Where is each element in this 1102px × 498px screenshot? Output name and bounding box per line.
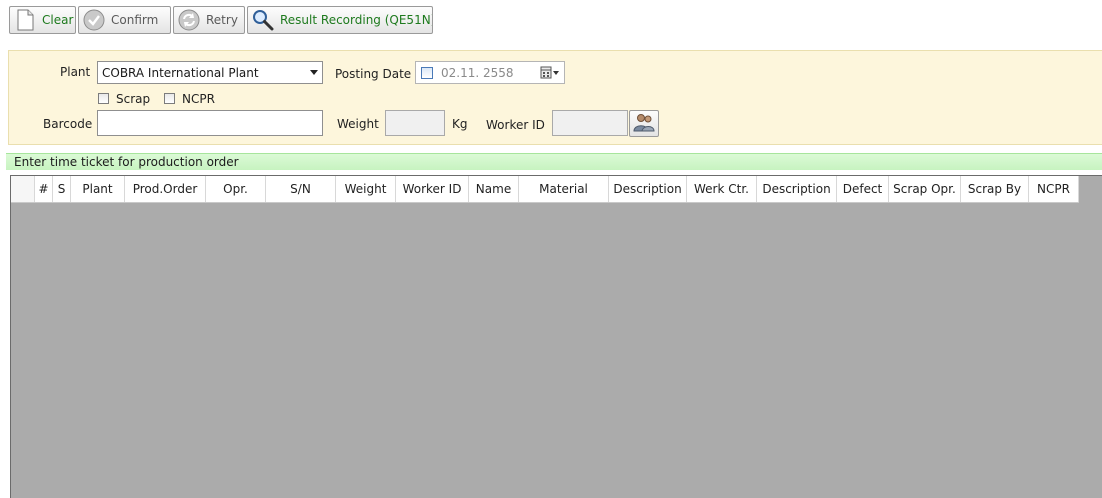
search-icon bbox=[252, 9, 274, 31]
grid-column-header[interactable]: Name bbox=[469, 176, 519, 202]
grid-column-header[interactable]: Prod.Order bbox=[125, 176, 206, 202]
toolbar: Clear Confirm Retry Result Recording (QE… bbox=[0, 0, 1102, 40]
weight-label: Weight bbox=[337, 117, 379, 131]
posting-date-label: Posting Date bbox=[335, 67, 412, 81]
grid-column-header[interactable]: S bbox=[53, 176, 71, 202]
barcode-input[interactable] bbox=[97, 110, 323, 136]
ncpr-label: NCPR bbox=[182, 92, 215, 106]
worker-lookup-button[interactable] bbox=[629, 110, 659, 137]
plant-label: Plant bbox=[60, 65, 91, 79]
clear-button[interactable]: Clear bbox=[9, 6, 76, 34]
worker-id-input[interactable] bbox=[552, 110, 628, 136]
grid-header-row: # S Plant Prod.Order Opr. S/N Weight Worker ID N… bbox=[11, 176, 1079, 203]
user-group-icon bbox=[633, 112, 655, 135]
header-form-panel: Plant COBRA International Plant Posting … bbox=[8, 50, 1102, 145]
grid-column-header[interactable]: Opr. bbox=[206, 176, 266, 202]
grid-column-header[interactable]: # bbox=[35, 176, 53, 202]
retry-icon bbox=[178, 9, 200, 31]
grid-column-header[interactable]: Werk Ctr. bbox=[687, 176, 757, 202]
posting-date-picker[interactable]: 02.11. 2558 bbox=[415, 61, 565, 84]
grid-column-header[interactable]: S/N bbox=[266, 176, 336, 202]
plant-select[interactable]: COBRA International Plant bbox=[97, 61, 323, 84]
weight-input[interactable] bbox=[385, 110, 445, 136]
posting-date-value: 02.11. 2558 bbox=[441, 65, 514, 80]
scrap-label: Scrap bbox=[116, 92, 151, 106]
weight-unit: Kg bbox=[452, 117, 468, 131]
grid-column-header[interactable]: Scrap Opr. bbox=[889, 176, 961, 202]
time-ticket-grid[interactable]: # S Plant Prod.Order Opr. S/N Weight Worker ID N… bbox=[10, 175, 1102, 498]
confirm-button[interactable]: Confirm bbox=[78, 6, 171, 34]
chevron-down-icon bbox=[310, 70, 318, 75]
retry-button[interactable]: Retry bbox=[173, 6, 245, 34]
plant-select-value: COBRA International Plant bbox=[102, 65, 259, 80]
barcode-label: Barcode bbox=[43, 117, 93, 131]
grid-column-header[interactable]: Description bbox=[609, 176, 687, 202]
confirm-button-label: Confirm bbox=[111, 13, 159, 27]
grid-column-header[interactable]: Material bbox=[519, 176, 609, 202]
new-document-icon bbox=[14, 9, 36, 31]
grid-column-header[interactable]: Description bbox=[757, 176, 837, 202]
confirm-check-icon bbox=[83, 9, 105, 31]
grid-column-header[interactable]: Weight bbox=[336, 176, 396, 202]
ncpr-checkbox[interactable] bbox=[164, 93, 175, 104]
result-recording-button[interactable]: Result Recording (QE51N) bbox=[247, 6, 433, 34]
grid-column-header[interactable]: Defect bbox=[837, 176, 889, 202]
grid-column-header[interactable]: Plant bbox=[71, 176, 125, 202]
grid-column-header[interactable]: Scrap By bbox=[961, 176, 1029, 202]
calendar-icon[interactable] bbox=[540, 66, 560, 80]
grid-column-header[interactable]: NCPR bbox=[1029, 176, 1079, 202]
grid-corner-cell bbox=[11, 176, 35, 202]
section-title: Enter time ticket for production order bbox=[6, 153, 1102, 170]
result-recording-button-label: Result Recording (QE51N) bbox=[280, 13, 433, 27]
worker-id-label: Worker ID bbox=[486, 118, 545, 132]
posting-date-checkbox[interactable] bbox=[421, 66, 433, 79]
clear-button-label: Clear bbox=[42, 13, 74, 27]
grid-column-header[interactable]: Worker ID bbox=[396, 176, 469, 202]
retry-button-label: Retry bbox=[206, 13, 238, 27]
scrap-checkbox[interactable] bbox=[98, 93, 109, 104]
